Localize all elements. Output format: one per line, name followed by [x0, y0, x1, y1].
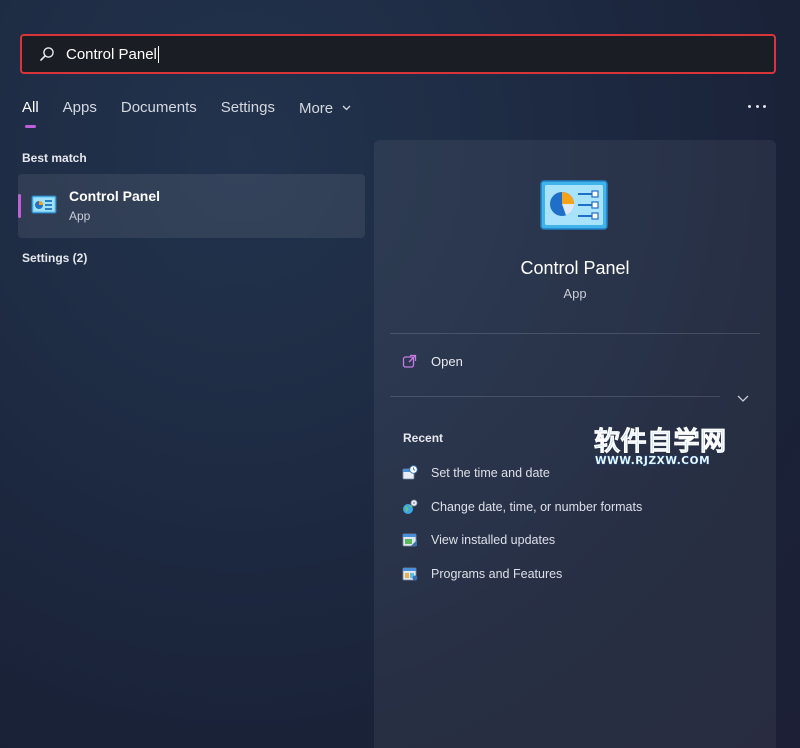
recent-item-label: Set the time and date — [431, 466, 550, 480]
open-label: Open — [431, 354, 463, 369]
recent-item-change-formats[interactable]: Change date, time, or number formats — [402, 499, 642, 515]
search-box[interactable]: Control Panel — [20, 34, 776, 74]
svg-text:WWW.RJZXW.COM: WWW.RJZXW.COM — [595, 455, 710, 467]
settings-group-heading[interactable]: Settings (2) — [22, 251, 87, 265]
active-tab-indicator — [25, 125, 36, 128]
tab-settings[interactable]: Settings — [221, 99, 275, 116]
recent-item-set-time-date[interactable]: Set the time and date — [402, 465, 550, 481]
tab-all[interactable]: All — [22, 99, 39, 128]
detail-title: Control Panel — [520, 258, 630, 278]
control-panel-large-icon — [540, 180, 608, 232]
ellipsis-icon — [748, 104, 751, 108]
tab-settings-label: Settings — [220, 99, 275, 116]
expand-chevron-icon[interactable] — [736, 390, 750, 404]
open-button[interactable]: Open — [402, 354, 463, 369]
ellipsis-dot — [755, 104, 759, 108]
divider — [390, 396, 720, 397]
clock-calendar-icon — [402, 465, 418, 481]
svg-text:软件自学网: 软件自学网 — [594, 426, 727, 457]
recent-item-label: Programs and Features — [431, 567, 563, 581]
best-match-subtitle: App — [69, 209, 91, 223]
recent-heading: Recent — [403, 431, 444, 445]
tab-more-label: More — [298, 100, 334, 117]
filter-tabs: All Apps Documents Settings More — [22, 98, 375, 128]
tab-documents-label: Documents — [120, 99, 197, 116]
selection-accent — [18, 194, 21, 218]
watermark-logo: 软件自学网 WWW.RJZXW.COM — [594, 424, 744, 468]
globe-icon — [402, 499, 418, 515]
recent-item-label: View installed updates — [431, 533, 556, 547]
best-match-result[interactable]: Control Panel App — [18, 174, 365, 238]
divider — [390, 333, 760, 334]
tab-more[interactable]: More — [299, 98, 351, 117]
search-input[interactable]: Control Panel — [66, 46, 157, 63]
updates-icon — [402, 532, 418, 548]
text-caret — [157, 45, 159, 63]
open-external-icon — [402, 354, 417, 368]
control-panel-icon — [31, 195, 57, 215]
best-match-heading: Best match — [22, 151, 87, 165]
recent-item-programs-features[interactable]: Programs and Features — [402, 566, 562, 582]
tab-documents[interactable]: Documents — [121, 99, 197, 116]
tab-all-label: All — [22, 99, 39, 116]
detail-subtitle: App — [563, 286, 587, 301]
recent-item-view-updates[interactable]: View installed updates — [402, 532, 555, 548]
best-match-title: Control Panel — [69, 188, 161, 204]
chevron-down-icon — [342, 98, 351, 115]
tab-apps-label: Apps — [62, 99, 97, 116]
recent-item-label: Change date, time, or number formats — [431, 500, 643, 514]
ellipsis-dot — [763, 104, 766, 108]
search-icon — [38, 45, 56, 63]
programs-icon — [402, 566, 418, 582]
more-options-button[interactable] — [748, 98, 766, 114]
tab-apps[interactable]: Apps — [63, 99, 97, 116]
